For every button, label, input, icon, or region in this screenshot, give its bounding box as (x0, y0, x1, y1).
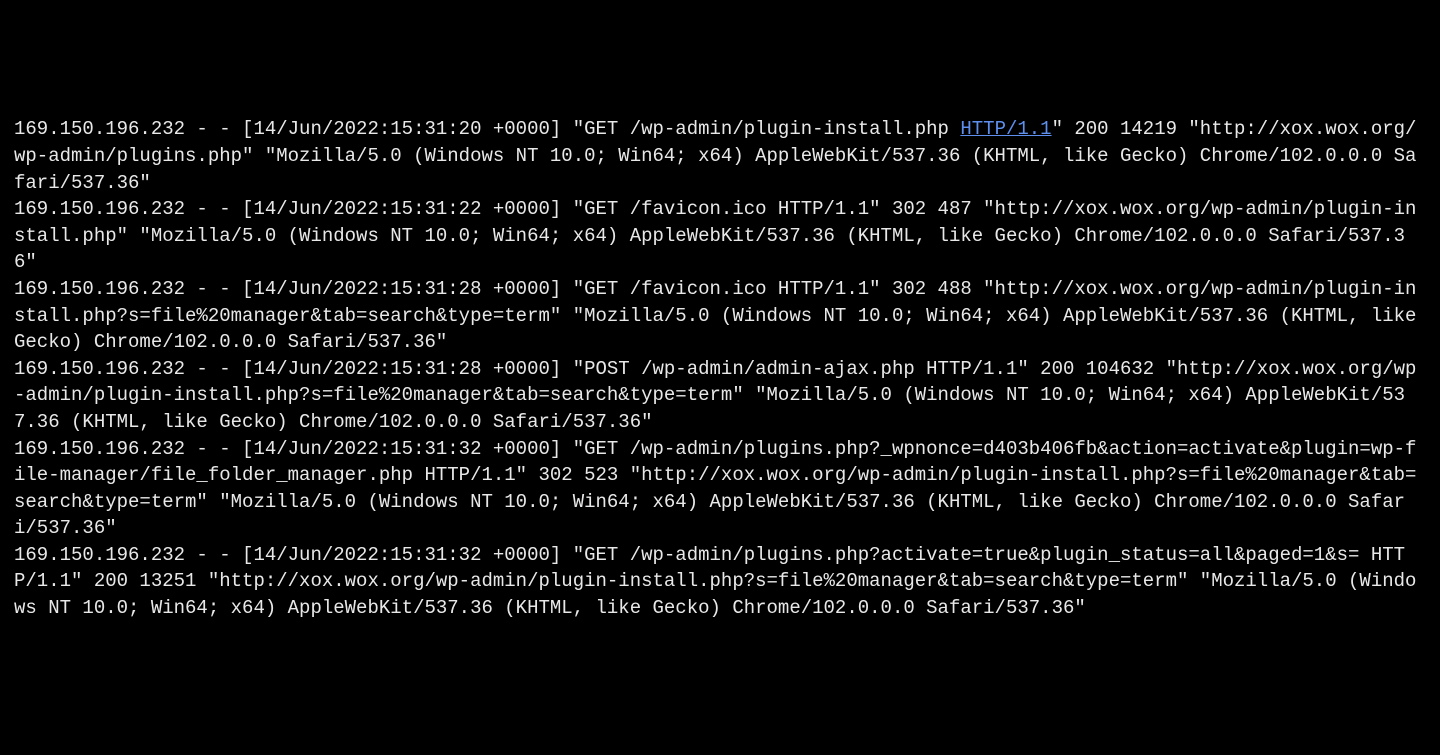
log-line: 169.150.196.232 - - [14/Jun/2022:15:31:2… (14, 198, 1416, 273)
log-line: 169.150.196.232 - - [14/Jun/2022:15:31:3… (14, 438, 1416, 540)
log-line: 169.150.196.232 - - [14/Jun/2022:15:31:2… (14, 278, 1428, 353)
log-output: 169.150.196.232 - - [14/Jun/2022:15:31:2… (14, 116, 1426, 621)
log-line: 169.150.196.232 - - [14/Jun/2022:15:31:2… (14, 118, 960, 140)
log-line: 169.150.196.232 - - [14/Jun/2022:15:31:2… (14, 358, 1416, 433)
http-protocol-link[interactable]: HTTP/1.1 (960, 118, 1051, 140)
log-line: 169.150.196.232 - - [14/Jun/2022:15:31:3… (14, 544, 1416, 619)
